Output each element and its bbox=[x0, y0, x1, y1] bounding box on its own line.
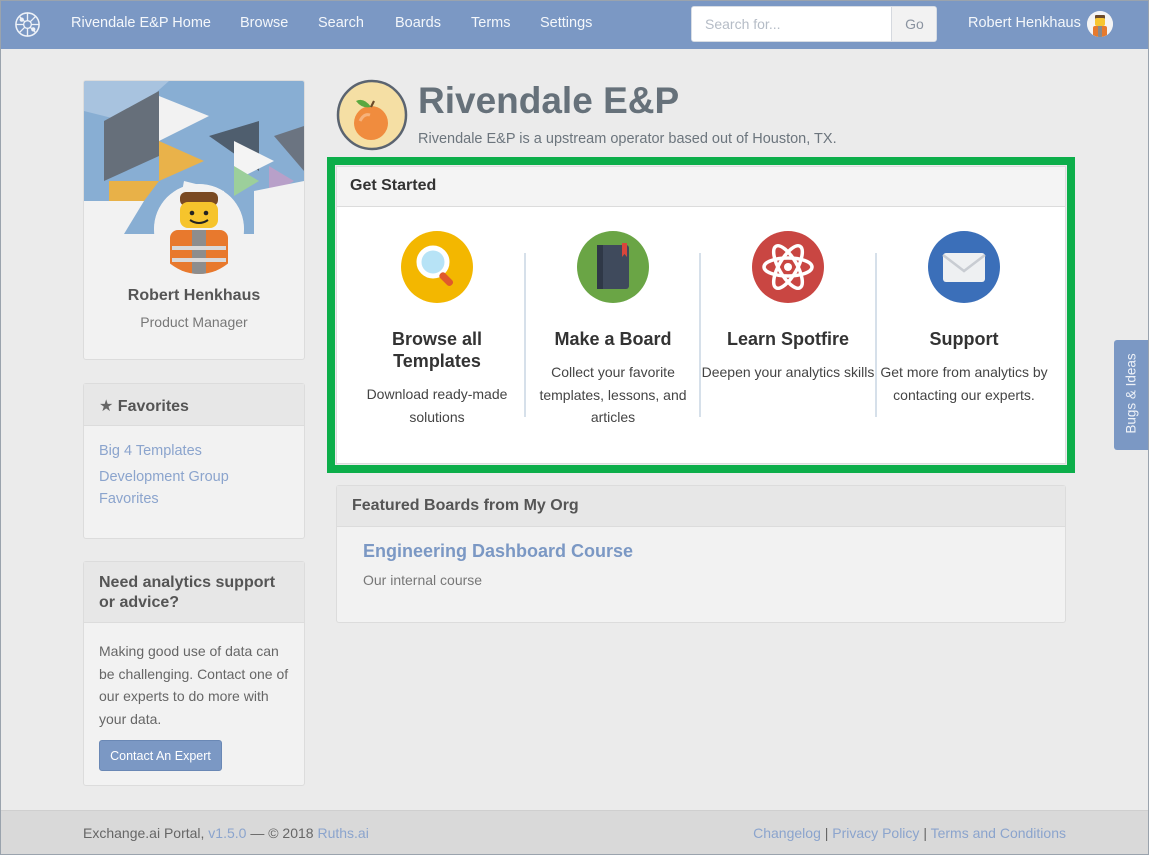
browse-templates-card[interactable]: Browse all Templates Download ready-made… bbox=[349, 231, 525, 428]
get-started-heading: Get Started bbox=[337, 167, 1065, 207]
featured-board-description: Our internal course bbox=[363, 572, 483, 588]
footer-changelog-link[interactable]: Changelog bbox=[753, 825, 821, 841]
nav-avatar-icon[interactable] bbox=[1087, 11, 1113, 37]
footer-left: Exchange.ai Portal, v1.5.0 — © 2018 Ruth… bbox=[83, 825, 369, 841]
notebook-icon bbox=[577, 231, 649, 303]
brand-logo-icon[interactable] bbox=[14, 11, 41, 38]
nav-terms-link[interactable]: Terms bbox=[471, 15, 510, 31]
nav-browse-link[interactable]: Browse bbox=[240, 15, 288, 31]
footer-separator: | bbox=[824, 825, 829, 841]
profile-card: Robert Henkhaus Product Manager bbox=[83, 80, 305, 360]
top-navbar: Rivendale E&P Home Browse Search Boards … bbox=[0, 0, 1149, 49]
support-card-title: Support bbox=[929, 329, 999, 349]
favorites-title: Favorites bbox=[117, 398, 189, 415]
nav-home-link[interactable]: Rivendale E&P Home bbox=[71, 15, 211, 31]
get-started-panel: Get Started Browse all Templates Downloa… bbox=[336, 166, 1066, 464]
search-go-button[interactable]: Go bbox=[891, 7, 936, 41]
support-heading: Need analytics support or advice? bbox=[84, 562, 304, 623]
search-box: Go bbox=[691, 6, 937, 42]
footer-separator: | bbox=[923, 825, 927, 841]
contact-expert-button[interactable]: Contact An Expert bbox=[99, 740, 222, 771]
envelope-icon bbox=[928, 231, 1000, 303]
browse-templates-title: Browse all Templates bbox=[391, 329, 483, 371]
featured-boards-panel: Featured Boards from My Org Engineering … bbox=[336, 485, 1066, 623]
footer-copyright: — © 2018 bbox=[250, 825, 314, 841]
nav-user-name[interactable]: Robert Henkhaus bbox=[968, 15, 1081, 31]
learn-spotfire-card[interactable]: Learn Spotfire Deepen your analytics ski… bbox=[700, 231, 876, 384]
make-board-title: Make a Board bbox=[554, 329, 672, 349]
learn-spotfire-title: Learn Spotfire bbox=[726, 329, 850, 349]
support-text: Making good use of data can be challengi… bbox=[99, 643, 289, 727]
favorite-link-big4-templates[interactable]: Big 4 Templates bbox=[99, 443, 202, 459]
magnifier-icon bbox=[401, 231, 473, 303]
learn-spotfire-desc: Deepen your analytics skills bbox=[701, 364, 875, 380]
nav-settings-link[interactable]: Settings bbox=[540, 15, 592, 31]
footer-right: Changelog | Privacy Policy | Terms and C… bbox=[753, 825, 1066, 841]
org-description: Rivendale E&P is a upstream operator bas… bbox=[418, 131, 837, 147]
footer: Exchange.ai Portal, v1.5.0 — © 2018 Ruth… bbox=[0, 810, 1149, 855]
bugs-ideas-tab[interactable]: Bugs & Ideas bbox=[1114, 340, 1148, 450]
footer-terms-link[interactable]: Terms and Conditions bbox=[931, 825, 1066, 841]
star-icon: ★ bbox=[99, 398, 114, 415]
footer-portal-name: Exchange.ai Portal, bbox=[83, 825, 205, 841]
make-board-card[interactable]: Make a Board Collect your favorite templ… bbox=[525, 231, 701, 429]
favorites-panel: ★ Favorites Big 4 Templates Development … bbox=[83, 383, 305, 539]
footer-privacy-link[interactable]: Privacy Policy bbox=[832, 825, 919, 841]
search-input[interactable] bbox=[692, 7, 892, 41]
profile-name: Robert Henkhaus bbox=[127, 287, 261, 304]
browse-templates-desc: Download ready-made solutions bbox=[366, 386, 508, 425]
profile-avatar bbox=[154, 184, 244, 274]
bugs-ideas-label: Bugs & Ideas bbox=[1123, 353, 1139, 434]
footer-version-link[interactable]: v1.5.0 bbox=[208, 825, 246, 841]
nav-boards-link[interactable]: Boards bbox=[395, 15, 441, 31]
support-card-desc: Get more from analytics by contacting ou… bbox=[880, 364, 1048, 403]
favorites-heading: ★ Favorites bbox=[84, 384, 304, 426]
profile-role: Product Manager bbox=[140, 314, 248, 330]
support-panel: Need analytics support or advice? Making… bbox=[83, 561, 305, 786]
featured-boards-heading: Featured Boards from My Org bbox=[337, 486, 1065, 527]
make-board-desc: Collect your favorite templates, lessons… bbox=[539, 364, 687, 425]
featured-board-link[interactable]: Engineering Dashboard Course bbox=[363, 541, 633, 562]
favorite-link-favorites[interactable]: Favorites bbox=[99, 491, 159, 507]
support-card[interactable]: Support Get more from analytics by conta… bbox=[876, 231, 1052, 406]
footer-company-link[interactable]: Ruths.ai bbox=[317, 825, 368, 841]
nav-search-link[interactable]: Search bbox=[318, 15, 364, 31]
atom-icon bbox=[752, 231, 824, 303]
org-title: Rivendale E&P bbox=[418, 80, 680, 121]
org-peach-logo-icon bbox=[336, 79, 408, 151]
favorite-link-development-group[interactable]: Development Group bbox=[99, 469, 229, 485]
